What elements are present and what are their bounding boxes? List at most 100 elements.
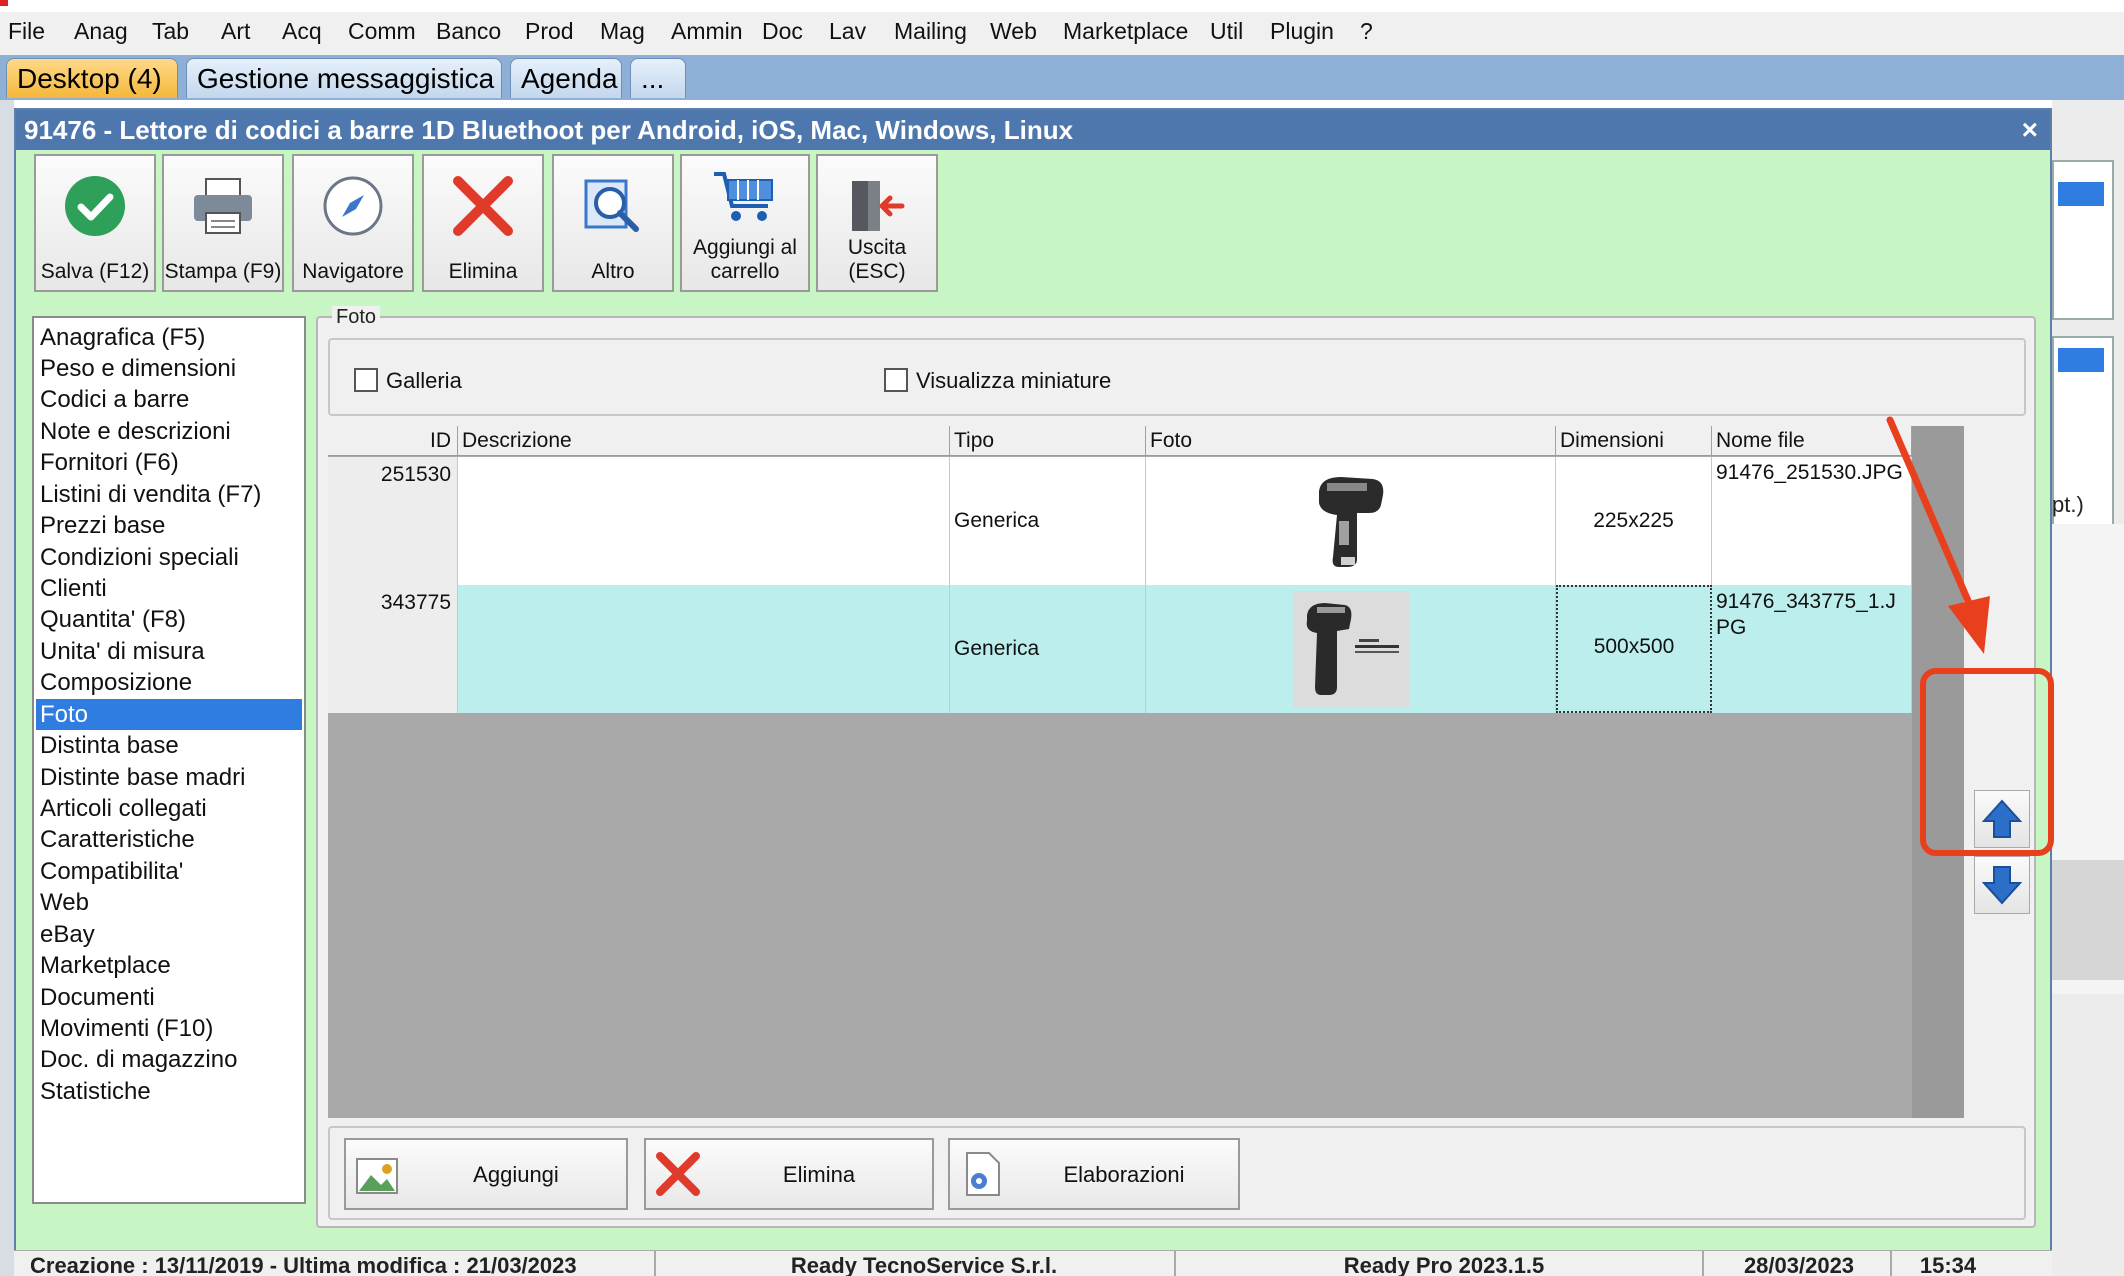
nav-item-compatibilita[interactable]: Compatibilita' [36,856,302,887]
window-title: 91476 - Lettore di codici a barre 1D Blu… [24,115,1074,145]
col-dimensioni[interactable]: Dimensioni [1556,426,1712,456]
nav-item-fornitori[interactable]: Fornitori (F6) [36,447,302,478]
tab-more[interactable]: ... [630,58,686,98]
nav-item-composizione[interactable]: Composizione [36,667,302,698]
nav-item-articoli-collegati[interactable]: Articoli collegati [36,793,302,824]
nav-item-marketplace[interactable]: Marketplace [36,950,302,981]
foto-grid: ID Descrizione Tipo Foto Dimensioni Nome… [328,426,1964,1118]
status-version: Ready Pro 2023.1.5 [1343,1253,1545,1276]
nav-item-peso[interactable]: Peso e dimensioni [36,353,302,384]
nav-item-codici[interactable]: Codici a barre [36,384,302,415]
nav-item-distinte-madri[interactable]: Distinte base madri [36,762,302,793]
menu-acq[interactable]: Acq [282,18,322,45]
miniature-checkbox[interactable] [884,368,908,392]
tab-agenda[interactable]: Agenda [510,58,622,98]
menu-doc[interactable]: Doc [762,18,803,45]
menu-mag[interactable]: Mag [600,18,645,45]
miniature-label: Visualizza miniature [916,368,1112,393]
galleria-checkbox[interactable] [354,368,378,392]
desktop-background-left [0,100,14,1276]
menu-banco[interactable]: Banco [436,18,501,45]
process-photo-button[interactable]: Elaborazioni [948,1138,1240,1210]
exit-door-icon [818,172,936,240]
nav-item-unita[interactable]: Unita' di misura [36,636,302,667]
tab-desktop[interactable]: Desktop (4) [6,58,178,98]
app-mark [0,0,8,6]
delete-button[interactable]: Elimina [422,154,544,292]
menu-art[interactable]: Art [221,18,250,45]
nav-item-documenti[interactable]: Documenti [36,982,302,1013]
status-time: 15:34 [1919,1253,1977,1276]
galleria-label: Galleria [386,368,462,393]
col-id[interactable]: ID [328,426,458,456]
nav-item-listini[interactable]: Listini di vendita (F7) [36,479,302,510]
row-id: 343775 [328,585,458,713]
menu-util[interactable]: Util [1210,18,1243,45]
compass-icon [294,172,412,240]
tab-messaggistica[interactable]: Gestione messaggistica [186,58,502,98]
col-foto[interactable]: Foto [1146,426,1556,456]
menu-ammin[interactable]: Ammin [671,18,743,45]
article-window: 91476 - Lettore di codici a barre 1D Blu… [14,108,2052,1276]
row-dimensioni: 500x500 [1556,585,1712,713]
nav-item-quantita[interactable]: Quantita' (F8) [36,604,302,635]
nav-item-ebay[interactable]: eBay [36,919,302,950]
status-created: Creazione : 13/11/2019 - Ultima modifica… [30,1253,577,1276]
foto-options: Galleria Visualizza miniature [328,338,2026,416]
delete-photo-button[interactable]: Elimina [644,1138,934,1210]
delete-x-icon [424,172,542,240]
add-to-cart-button[interactable]: Aggiungi al carrello [680,154,810,292]
menu-anag[interactable]: Anag [74,18,128,45]
nav-item-condizioni[interactable]: Condizioni speciali [36,542,302,573]
add-photo-button[interactable]: Aggiungi [344,1138,628,1210]
nav-item-foto[interactable]: Foto [36,699,302,730]
nav-item-prezzi[interactable]: Prezzi base [36,510,302,541]
tab-bar: Desktop (4) Gestione messaggistica Agend… [0,55,2124,100]
menu-web[interactable]: Web [990,18,1037,45]
other-button[interactable]: Altro [552,154,674,292]
check-icon [36,172,154,240]
nav-item-clienti[interactable]: Clienti [36,573,302,604]
add-image-icon [352,1148,404,1200]
menu-marketplace[interactable]: Marketplace [1063,18,1188,45]
status-date: 28/03/2023 [1743,1253,1855,1276]
row-descrizione [458,585,950,713]
save-button[interactable]: Salva (F12) [34,154,156,292]
menu-help[interactable]: ? [1360,18,1373,45]
close-icon[interactable]: × [2022,110,2038,150]
menu-plugin[interactable]: Plugin [1270,18,1334,45]
nav-item-web[interactable]: Web [36,887,302,918]
magnifier-icon [554,172,672,240]
col-descrizione[interactable]: Descrizione [458,426,950,456]
nav-item-statistiche[interactable]: Statistiche [36,1076,302,1107]
print-button[interactable]: Stampa (F9) [162,154,284,292]
nav-item-movimenti[interactable]: Movimenti (F10) [36,1013,302,1044]
table-row[interactable]: 251530 Generica 225x225 91476_251530.JPG [328,457,1912,585]
foto-legend: Foto [332,306,381,329]
status-company: Ready TecnoService S.r.l. [790,1253,1058,1276]
menu-comm[interactable]: Comm [348,18,416,45]
row-tipo: Generica [950,457,1146,585]
window-titlebar[interactable]: 91476 - Lettore di codici a barre 1D Blu… [16,110,2050,150]
move-down-button[interactable] [1974,856,2030,914]
exit-button[interactable]: Uscita (ESC) [816,154,938,292]
nav-item-note[interactable]: Note e descrizioni [36,416,302,447]
navigator-button[interactable]: Navigatore [292,154,414,292]
table-row[interactable]: 343775 Generica 500x500 91476_343775_1.J… [328,585,1912,713]
cart-icon [682,164,808,232]
menu-mailing[interactable]: Mailing [894,18,967,45]
nav-item-caratteristiche[interactable]: Caratteristiche [36,824,302,855]
row-tipo: Generica [950,585,1146,713]
menu-tab[interactable]: Tab [152,18,189,45]
foto-actions: Aggiungi Elimina Elaborazioni [328,1126,2026,1220]
col-tipo[interactable]: Tipo [950,426,1146,456]
menu-file[interactable]: File [8,18,45,45]
nav-item-doc-magazzino[interactable]: Doc. di magazzino [36,1044,302,1075]
row-dimensioni: 225x225 [1556,457,1712,585]
menu-lav[interactable]: Lav [829,18,866,45]
grid-header: ID Descrizione Tipo Foto Dimensioni Nome… [328,426,1912,456]
arrow-down-icon [1981,866,2023,905]
nav-item-distinta[interactable]: Distinta base [36,730,302,761]
nav-item-anagrafica[interactable]: Anagrafica (F5) [36,322,302,353]
menu-prod[interactable]: Prod [525,18,574,45]
